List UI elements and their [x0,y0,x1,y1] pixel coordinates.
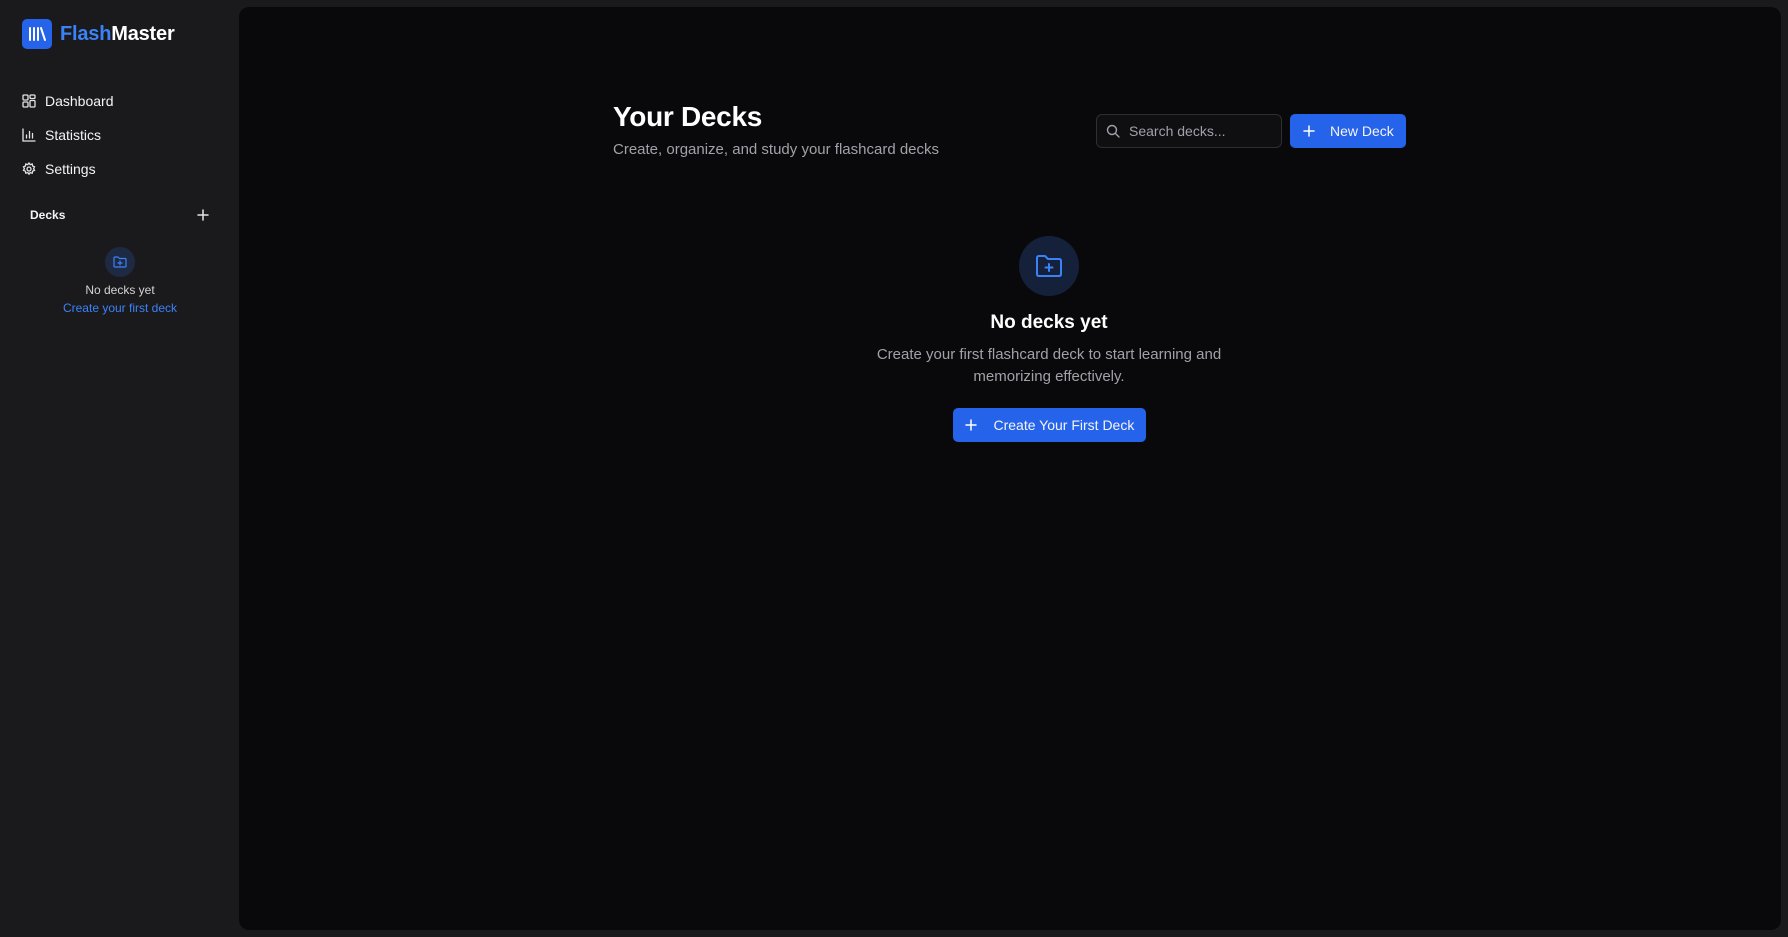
dashboard-icon [22,94,36,108]
sidebar-item-settings[interactable]: Settings [22,152,222,186]
create-first-deck-link[interactable]: Create your first deck [20,301,220,315]
sidebar-empty-text: No decks yet [85,283,155,297]
new-deck-label: New Deck [1330,123,1394,139]
empty-state-description: Create your first flashcard deck to star… [876,346,1222,385]
search-input[interactable] [1127,122,1277,140]
brand-logo-link[interactable]: FlashMaster [22,19,175,49]
sidebar-item-label: Statistics [45,127,102,143]
plus-icon [1303,125,1315,137]
create-first-deck-button[interactable]: Create Your First Deck [952,408,1146,442]
folder-plus-icon [1019,236,1079,296]
sidebar-decks-empty-state: No decks yet Create your first deck [20,247,220,315]
decks-section-header: Decks [30,206,212,224]
sidebar-item-dashboard[interactable]: Dashboard [22,84,222,118]
brand-name: FlashMaster [60,23,175,46]
page-subtitle: Create, organize, and study your flashca… [613,141,940,158]
search-box [1096,114,1282,148]
decks-section-title: Decks [30,208,66,222]
empty-state-title: No decks yet [990,312,1108,333]
brand-name-rest: Master [111,22,175,45]
sidebar: FlashMaster Dashboard Statistics Setting… [0,0,239,937]
create-first-deck-label: Create Your First Deck [993,417,1135,433]
plus-icon [964,419,977,431]
sidebar-nav: Dashboard Statistics Settings [22,84,222,186]
search-icon [1106,124,1120,138]
add-deck-button[interactable] [194,206,212,224]
gear-icon [22,162,36,176]
plus-icon [197,209,209,221]
sidebar-item-statistics[interactable]: Statistics [22,118,222,152]
library-icon [22,19,52,49]
brand-name-accent: Flash [60,22,112,45]
sidebar-item-label: Settings [45,161,96,177]
new-deck-button[interactable]: New Deck [1290,114,1406,148]
page-title: Your Decks [613,101,762,132]
decks-empty-state: No decks yet Create your first flashcard… [849,236,1249,442]
sidebar-item-label: Dashboard [45,93,114,109]
main-content: Your Decks Create, organize, and study y… [239,7,1781,930]
folder-plus-icon [105,247,135,277]
bar-chart-icon [22,128,36,142]
